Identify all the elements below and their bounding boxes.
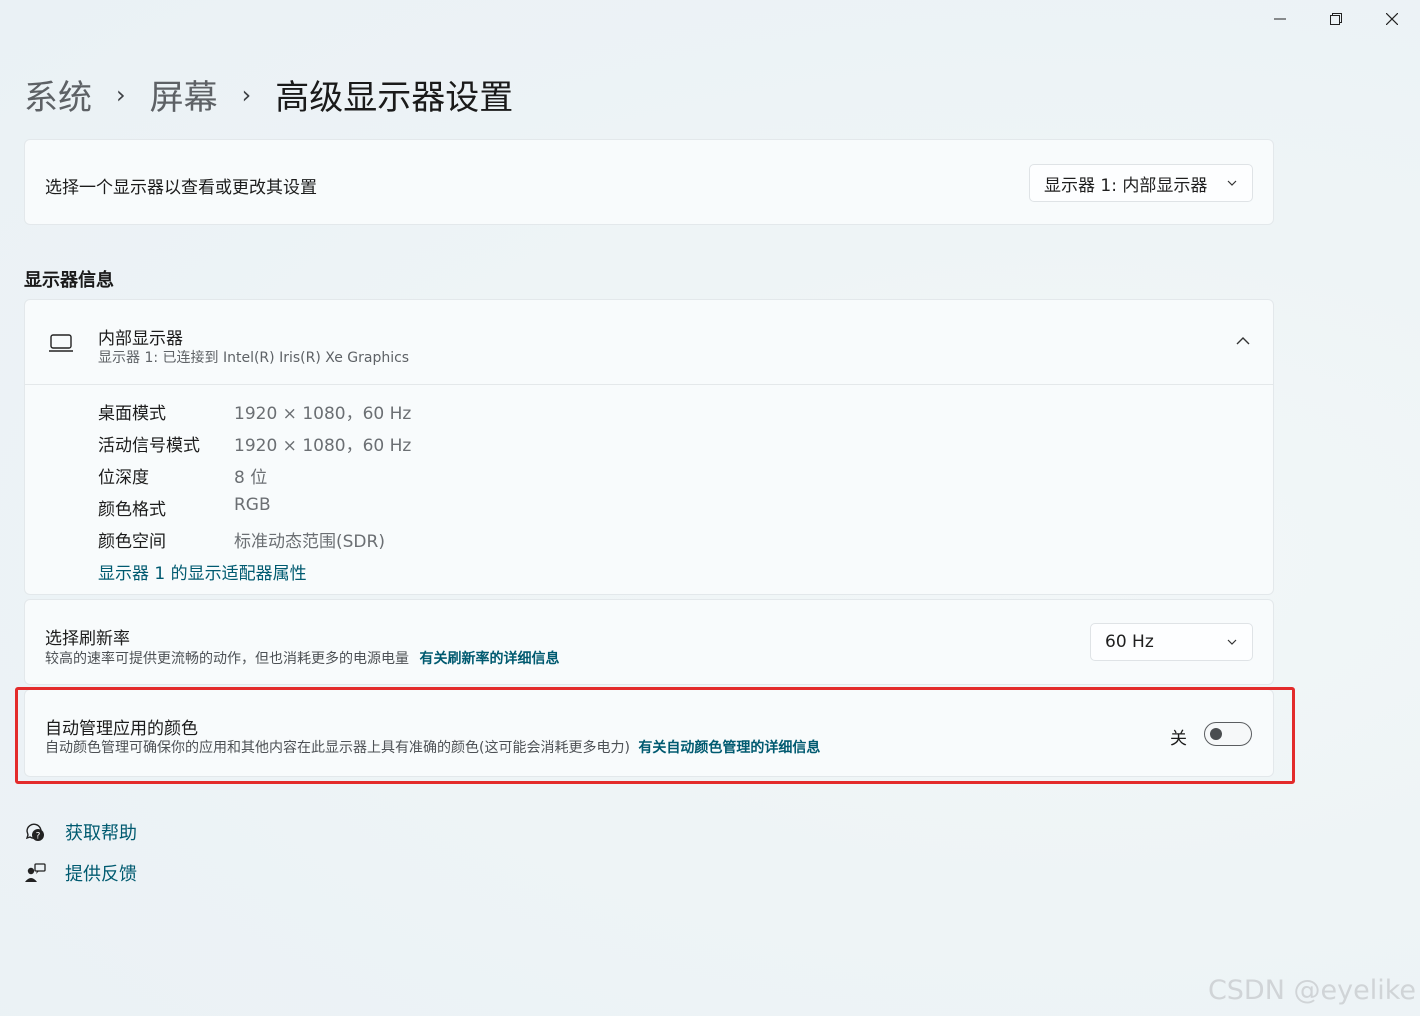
maximize-button[interactable] bbox=[1308, 0, 1364, 38]
color-format-value: RGB bbox=[234, 495, 271, 515]
chevron-down-icon bbox=[1227, 639, 1237, 645]
breadcrumb-item-system[interactable]: 系统 bbox=[24, 70, 92, 119]
breadcrumb-separator: › bbox=[116, 80, 126, 109]
feedback-link[interactable]: 提供反馈 bbox=[65, 860, 137, 886]
color-space-value: 标准动态范围(SDR) bbox=[234, 532, 385, 552]
display-info-card: 内部显示器 显示器 1: 已连接到 Intel(R) Iris(R) Xe Gr… bbox=[24, 299, 1274, 595]
get-help-link[interactable]: 获取帮助 bbox=[65, 819, 137, 845]
active-signal-mode-value: 1920 × 1080，60 Hz bbox=[234, 436, 412, 456]
watermark: CSDN @eyelike bbox=[1207, 975, 1416, 1006]
color-format-label: 颜色格式 bbox=[98, 500, 166, 520]
display-connection: 显示器 1: 已连接到 Intel(R) Iris(R) Xe Graphics bbox=[98, 350, 410, 366]
display-select[interactable]: 显示器 1: 内部显示器 bbox=[1029, 164, 1253, 202]
refresh-rate-description: 较高的速率可提供更流畅的动作，但也消耗更多的电源电量 bbox=[45, 651, 409, 667]
laptop-icon bbox=[49, 334, 73, 352]
highlight-box bbox=[15, 687, 1295, 784]
display-name: 内部显示器 bbox=[98, 329, 183, 349]
refresh-rate-title: 选择刷新率 bbox=[45, 629, 130, 649]
refresh-rate-card: 选择刷新率 较高的速率可提供更流畅的动作，但也消耗更多的电源电量 有关刷新率的详… bbox=[24, 599, 1274, 685]
bit-depth-label: 位深度 bbox=[98, 468, 149, 488]
minimize-button[interactable] bbox=[1252, 0, 1308, 38]
chevron-up-icon[interactable] bbox=[1236, 336, 1250, 346]
refresh-rate-info-link[interactable]: 有关刷新率的详细信息 bbox=[419, 651, 559, 667]
display-selector-card: 选择一个显示器以查看或更改其设置 显示器 1: 内部显示器 bbox=[24, 139, 1274, 225]
svg-text:?: ? bbox=[36, 832, 41, 842]
close-button[interactable] bbox=[1364, 0, 1420, 38]
adapter-properties-link[interactable]: 显示器 1 的显示适配器属性 bbox=[98, 559, 307, 584]
minimize-icon bbox=[1274, 18, 1286, 20]
window-controls bbox=[1252, 0, 1420, 38]
breadcrumb: 系统 › 屏幕 › 高级显示器设置 bbox=[24, 70, 513, 119]
help-chat-icon: ? bbox=[25, 823, 44, 842]
desktop-mode-label: 桌面模式 bbox=[98, 404, 166, 424]
color-space-label: 颜色空间 bbox=[98, 532, 166, 552]
page-title: 高级显示器设置 bbox=[275, 78, 514, 118]
close-icon bbox=[1386, 13, 1398, 25]
feedback-icon bbox=[25, 863, 46, 882]
display-info-header[interactable]: 内部显示器 显示器 1: 已连接到 Intel(R) Iris(R) Xe Gr… bbox=[25, 300, 1273, 385]
refresh-rate-description-row: 较高的速率可提供更流畅的动作，但也消耗更多的电源电量 有关刷新率的详细信息 bbox=[45, 648, 559, 668]
active-signal-mode-label: 活动信号模式 bbox=[98, 436, 200, 456]
desktop-mode-value: 1920 × 1080，60 Hz bbox=[234, 404, 412, 424]
feedback-item[interactable]: 提供反馈 bbox=[24, 860, 137, 886]
display-selector-label: 选择一个显示器以查看或更改其设置 bbox=[45, 178, 317, 198]
chevron-down-icon bbox=[1227, 180, 1237, 186]
breadcrumb-item-display[interactable]: 屏幕 bbox=[150, 70, 218, 119]
restore-icon bbox=[1330, 13, 1342, 25]
display-info-heading: 显示器信息 bbox=[24, 270, 114, 291]
refresh-rate-select-value: 60 Hz bbox=[1105, 632, 1154, 652]
display-select-value: 显示器 1: 内部显示器 bbox=[1044, 175, 1208, 196]
refresh-rate-select[interactable]: 60 Hz bbox=[1090, 623, 1253, 661]
bit-depth-value: 8 位 bbox=[234, 468, 268, 488]
breadcrumb-separator: › bbox=[241, 80, 252, 109]
get-help-item[interactable]: ? 获取帮助 bbox=[24, 819, 137, 845]
